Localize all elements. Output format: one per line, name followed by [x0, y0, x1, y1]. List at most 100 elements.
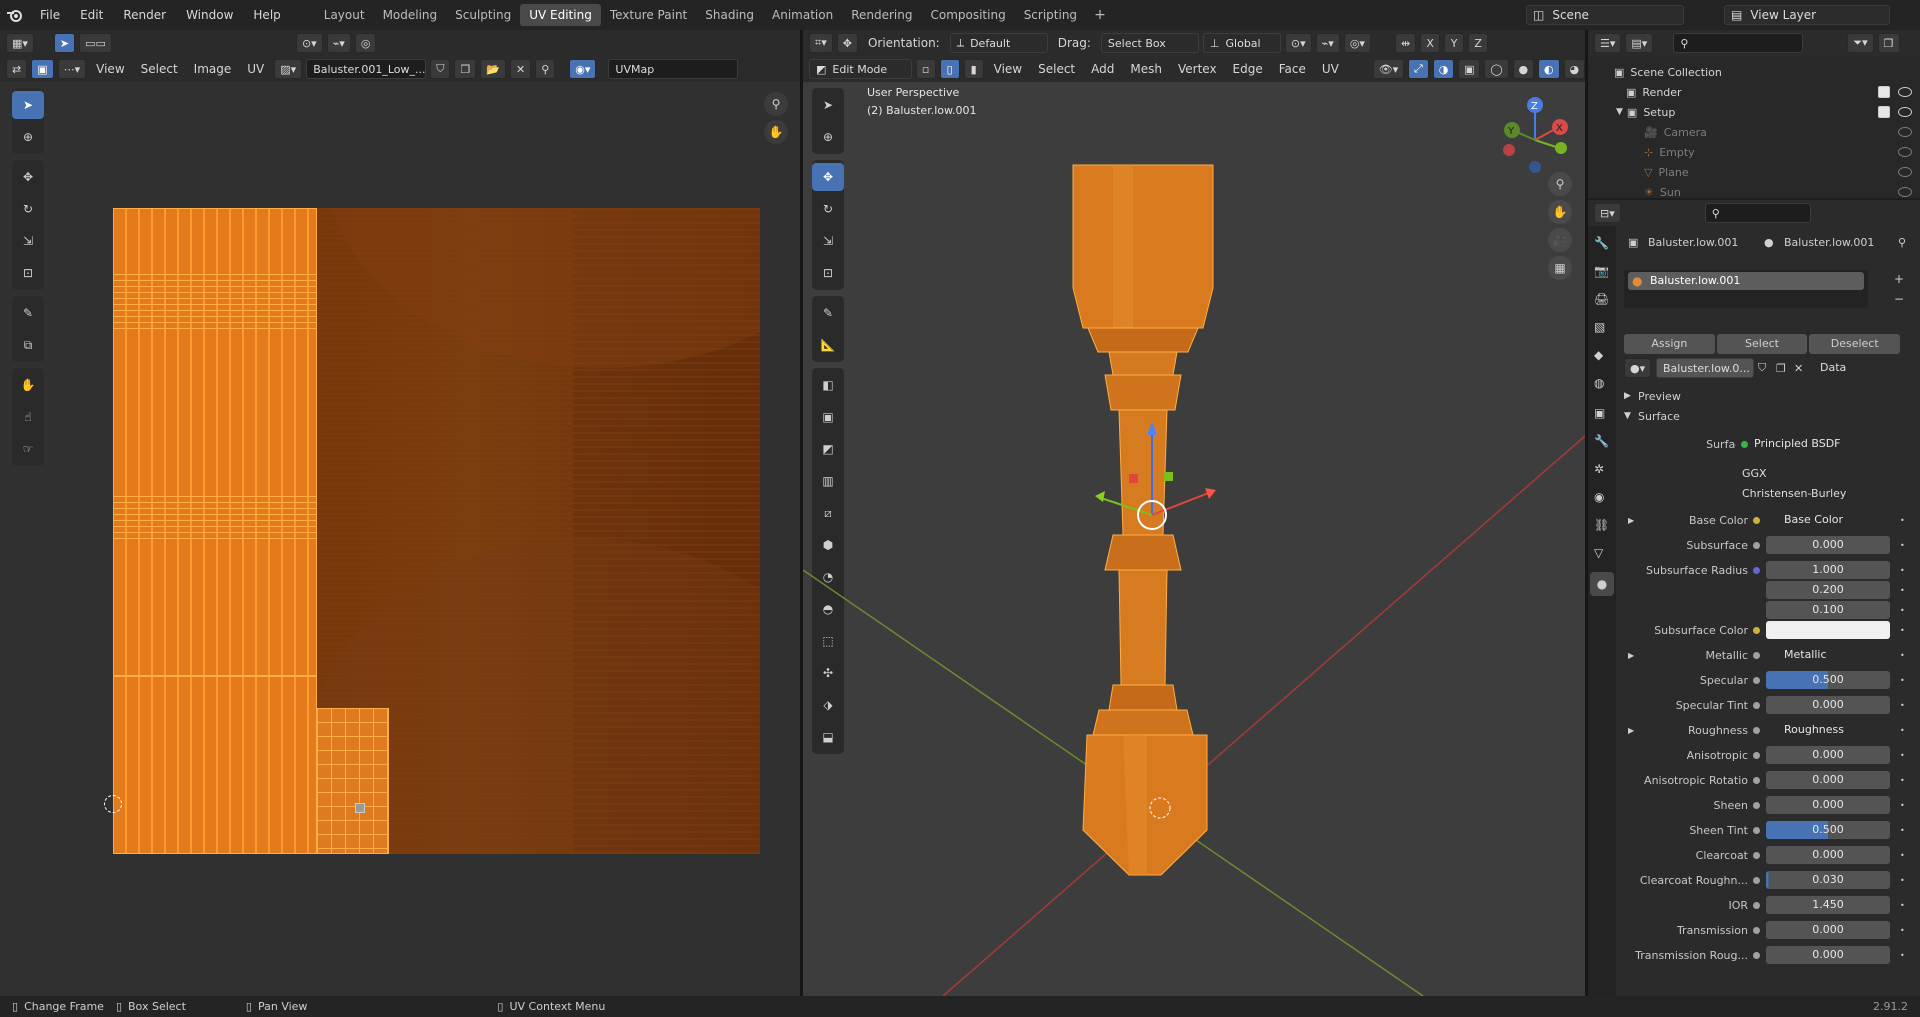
remove-slot-button[interactable]: − [1894, 292, 1904, 306]
pan-hand-icon[interactable]: ✋ [764, 120, 788, 144]
vp-pan-icon[interactable]: ✋ [1548, 200, 1572, 224]
input-socket-icon[interactable] [1753, 676, 1760, 684]
eye-closed-icon[interactable] [1898, 187, 1912, 197]
duplicate-material-icon[interactable]: ❐ [1776, 362, 1786, 375]
outliner-row-render[interactable]: ▣ Render [1588, 82, 1920, 102]
proportional-edit-icon[interactable]: ◎ [354, 33, 377, 53]
tab-layout[interactable]: Layout [315, 4, 374, 26]
keyframe-dot-icon[interactable]: • [1900, 876, 1905, 885]
cursor-tool-icon[interactable]: ⊕ [12, 123, 44, 151]
uv-vertex-mode-icon[interactable]: ▣ [31, 59, 54, 79]
uv-sync-icon[interactable]: ⇄ [6, 59, 28, 79]
tweak-tool-icon[interactable]: ➤ [12, 91, 44, 119]
relax-tool-icon[interactable]: ☝ [12, 403, 44, 431]
surface-section[interactable]: ▼ Surface [1588, 406, 1920, 426]
move-tool-icon[interactable]: ✥ [12, 163, 44, 191]
input-socket-icon[interactable] [1753, 901, 1760, 909]
input-socket-icon[interactable] [1753, 701, 1760, 709]
view-layer-tab-icon[interactable]: ▧ [1594, 320, 1605, 334]
select-button[interactable]: Select [1716, 334, 1808, 354]
snap-icon[interactable]: ⌁▾ [326, 33, 351, 53]
menu-edit[interactable]: Edit [70, 8, 113, 22]
pinch-tool-icon[interactable]: ☞ [12, 435, 44, 463]
unlink-material-icon[interactable]: ✕ [1794, 362, 1803, 375]
bsdf-value-field[interactable]: 0.000 [1766, 771, 1890, 789]
bsdf-value-field[interactable]: 0.100 [1766, 601, 1890, 619]
pivot-icon[interactable]: ⊙▾ [295, 33, 323, 53]
properties-type-icon[interactable]: ⊟▾ [1594, 203, 1621, 223]
expand-input-icon[interactable]: ▶ [1628, 651, 1634, 660]
bsdf-value-field[interactable]: 0.000 [1766, 796, 1890, 814]
tab-shading[interactable]: Shading [696, 4, 763, 26]
bsdf-value-field[interactable]: 1.450 [1766, 896, 1890, 914]
outliner-row-scene-collection[interactable]: ▣ Scene Collection [1588, 62, 1920, 82]
rip-tool-icon[interactable]: ⧉ [12, 331, 44, 359]
bsdf-value-field[interactable]: 0.000 [1766, 846, 1890, 864]
keyframe-dot-icon[interactable]: • [1900, 701, 1905, 710]
keyframe-dot-icon[interactable]: • [1900, 901, 1905, 910]
input-socket-icon[interactable] [1753, 651, 1760, 659]
bsdf-value-field[interactable]: 0.000 [1766, 746, 1890, 764]
tab-uv-editing[interactable]: UV Editing [520, 4, 601, 26]
pin-icon[interactable]: ⚲ [1898, 236, 1906, 249]
preview-section[interactable]: ▶ Preview [1588, 386, 1920, 406]
ortho-toggle-icon[interactable]: ▦ [1548, 256, 1572, 280]
uv-menu-select[interactable]: Select [135, 62, 184, 76]
uv-menu-uv[interactable]: UV [241, 62, 270, 76]
eye-closed-icon[interactable] [1898, 167, 1912, 177]
bsdf-value-field[interactable]: Base Color [1766, 511, 1890, 529]
bsdf-value-field[interactable]: 0.000 [1766, 536, 1890, 554]
filter-icon[interactable]: ⏷▾ [1847, 33, 1874, 53]
properties-search-input[interactable]: ⚲ [1704, 203, 1811, 223]
input-socket-icon[interactable] [1753, 951, 1760, 959]
transform-tool-icon[interactable]: ⊡ [12, 259, 44, 287]
uv-map-field[interactable]: UVMap [608, 59, 739, 79]
input-socket-icon[interactable] [1753, 626, 1760, 634]
bsdf-value-field[interactable]: 0.500 [1766, 671, 1890, 689]
keyframe-dot-icon[interactable]: • [1900, 801, 1905, 810]
add-workspace-button[interactable]: + [1086, 7, 1114, 23]
render-tab-icon[interactable]: 📷 [1594, 264, 1609, 278]
material-browse-icon[interactable]: ●▾ [1624, 358, 1652, 378]
keyframe-dot-icon[interactable]: • [1900, 586, 1905, 595]
input-socket-icon[interactable] [1753, 541, 1760, 549]
select-mode-icon[interactable]: ▭▭ [79, 33, 112, 53]
input-socket-icon[interactable] [1753, 826, 1760, 834]
scale-tool-icon[interactable]: ⇲ [12, 227, 44, 255]
outliner-type-icon[interactable]: ☰▾ [1594, 33, 1622, 53]
outliner-row-plane[interactable]: ▽ Plane [1588, 162, 1920, 182]
display-mode-icon[interactable]: ▤▾ [1625, 33, 1654, 53]
uv-island-base[interactable] [113, 676, 317, 854]
eye-closed-icon[interactable] [1898, 127, 1912, 137]
bsdf-value-field[interactable]: 0.000 [1766, 921, 1890, 939]
keyframe-dot-icon[interactable]: • [1900, 951, 1905, 960]
open-image-icon[interactable]: 📂 [480, 59, 507, 79]
image-browse-icon[interactable]: ▨▾ [274, 59, 303, 79]
fake-user-icon[interactable]: ⛉ [1758, 361, 1766, 375]
editor-type-icon[interactable]: ▦▾ [6, 33, 34, 53]
tab-rendering[interactable]: Rendering [842, 4, 921, 26]
input-socket-icon[interactable] [1753, 776, 1760, 784]
expand-input-icon[interactable]: ▶ [1628, 516, 1634, 525]
expand-arrow-icon[interactable]: ▼ [1616, 107, 1623, 117]
keyframe-dot-icon[interactable]: • [1900, 566, 1905, 575]
link-dropdown[interactable]: Data [1814, 359, 1900, 377]
bsdf-value-field[interactable]: 0.200 [1766, 581, 1890, 599]
fake-user-icon[interactable]: ⛉ [430, 59, 451, 79]
unlink-image-icon[interactable]: ✕ [510, 59, 532, 79]
keyframe-dot-icon[interactable]: • [1900, 676, 1905, 685]
bsdf-value-field[interactable]: Roughness [1766, 721, 1890, 739]
camera-view-icon[interactable]: 🎥 [1548, 228, 1572, 252]
bsdf-value-field[interactable]: 0.000 [1766, 946, 1890, 964]
keyframe-dot-icon[interactable]: • [1900, 826, 1905, 835]
material-slot-item[interactable]: Baluster.low.001 [1628, 272, 1864, 290]
tab-sculpting[interactable]: Sculpting [446, 4, 520, 26]
new-image-icon[interactable]: ❐ [454, 59, 477, 79]
2d-cursor-icon[interactable] [104, 795, 122, 813]
include-checkbox[interactable] [1878, 106, 1890, 118]
keyframe-dot-icon[interactable]: • [1900, 516, 1905, 525]
tab-animation[interactable]: Animation [763, 4, 842, 26]
color-swatch[interactable] [1766, 621, 1890, 639]
outliner-search-input[interactable]: ⚲ [1673, 33, 1804, 53]
keyframe-dot-icon[interactable]: • [1900, 751, 1905, 760]
